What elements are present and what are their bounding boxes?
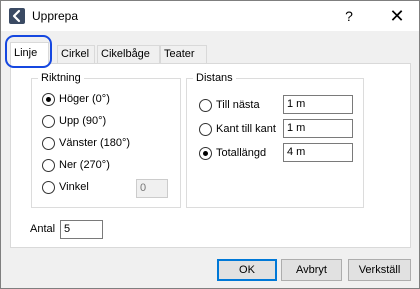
title-bar[interactable]: Upprepa ? ✕: [1, 1, 419, 31]
cancel-button[interactable]: Avbryt: [281, 259, 342, 281]
app-back-arrow-icon: [9, 8, 25, 24]
radio-label: Vinkel: [59, 181, 89, 193]
radio-down[interactable]: Ner (270°): [42, 157, 162, 173]
radio-right[interactable]: Höger (0°): [42, 91, 162, 107]
radio-button[interactable]: [199, 147, 212, 160]
radio-total-length[interactable]: Totallängd: [199, 145, 294, 161]
help-button[interactable]: ?: [338, 6, 360, 26]
ok-button[interactable]: OK: [217, 259, 277, 281]
radio-angle[interactable]: Vinkel: [42, 179, 122, 195]
apply-button[interactable]: Verkställ: [348, 259, 411, 281]
radio-button[interactable]: [199, 123, 212, 136]
total-length-input[interactable]: 4 m: [283, 143, 353, 162]
radio-to-next[interactable]: Till nästa: [199, 97, 294, 113]
direction-legend: Riktning: [38, 72, 84, 84]
tab-linje[interactable]: Linje: [10, 42, 49, 64]
direction-group: Riktning Höger (0°) Upp (90°) Vänster (1…: [31, 72, 181, 208]
tab-cirkel[interactable]: Cirkel: [57, 45, 95, 63]
radio-label: Upp (90°): [59, 115, 107, 127]
radio-left[interactable]: Vänster (180°): [42, 135, 162, 151]
radio-edge-to-edge[interactable]: Kant till kant: [199, 121, 294, 137]
count-label: Antal: [30, 223, 56, 235]
edge-to-edge-input[interactable]: 1 m: [283, 119, 353, 138]
radio-up[interactable]: Upp (90°): [42, 113, 162, 129]
distance-group: Distans Till nästa 1 m Kant till kant 1 …: [186, 72, 364, 208]
tab-panel-linje: Riktning Höger (0°) Upp (90°) Vänster (1…: [10, 63, 411, 248]
radio-button[interactable]: [42, 159, 55, 172]
close-icon[interactable]: ✕: [384, 5, 410, 27]
radio-label: Höger (0°): [59, 93, 110, 105]
radio-button[interactable]: [42, 137, 55, 150]
dialog-window: Upprepa ? ✕ Linje Cirkel Cikelbåge Teate…: [0, 0, 420, 289]
tab-teater[interactable]: Teater: [160, 45, 207, 63]
radio-label: Kant till kant: [216, 123, 276, 135]
radio-button[interactable]: [42, 93, 55, 106]
radio-label: Totallängd: [216, 147, 267, 159]
to-next-input[interactable]: 1 m: [283, 95, 353, 114]
radio-label: Vänster (180°): [59, 137, 131, 149]
radio-label: Till nästa: [216, 99, 260, 111]
angle-input[interactable]: 0: [136, 179, 168, 198]
tab-cikelbage[interactable]: Cikelbåge: [97, 45, 160, 63]
radio-button[interactable]: [42, 115, 55, 128]
distance-legend: Distans: [193, 72, 236, 84]
radio-button[interactable]: [199, 99, 212, 112]
radio-button[interactable]: [42, 181, 55, 194]
radio-label: Ner (270°): [59, 159, 110, 171]
window-title: Upprepa: [32, 9, 79, 23]
count-input[interactable]: 5: [60, 220, 103, 239]
